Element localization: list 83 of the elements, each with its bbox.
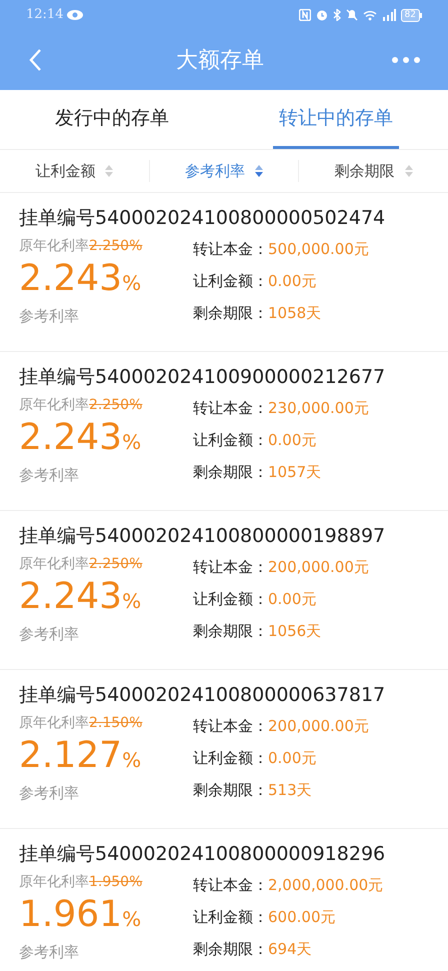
detail-value: 0.00元: [268, 748, 316, 769]
listing-card[interactable]: 挂单编号540002024100800000637817 原年化利率2.150% 2.127% 参考利率 转让本金：200,000.00元 让利金额：0.00元 剩余期限：513天: [0, 670, 448, 829]
status-time: 12:14: [26, 6, 64, 24]
reference-rate-label: 参考利率: [19, 942, 80, 963]
detail-value: 1058天: [268, 303, 322, 324]
detail-label: 剩余期限：: [193, 780, 268, 801]
detail-value: 2,000,000.00元: [268, 875, 384, 896]
detail-label: 转让本金：: [193, 239, 268, 260]
reference-rate: 2.127: [19, 734, 122, 778]
detail-label: 转让本金：: [193, 398, 268, 419]
wifi-icon: [362, 10, 377, 20]
detail-label: 剩余期限：: [193, 939, 268, 960]
original-rate: 2.250%: [89, 237, 142, 256]
detail-value: 500,000.00元: [268, 239, 369, 260]
original-rate-label: 原年化利率: [19, 714, 89, 733]
mute-icon: [346, 9, 358, 21]
listing-number: 挂单编号540002024100900000212677: [19, 365, 386, 390]
sort-icon: [105, 165, 114, 177]
detail-value: 200,000.00元: [268, 716, 369, 737]
detail-value: 0.00元: [268, 271, 316, 292]
alarm-icon: [316, 9, 328, 21]
signal-icon: [382, 9, 396, 21]
detail-value: 0.00元: [268, 589, 316, 610]
original-rate-label: 原年化利率: [19, 396, 89, 415]
original-rate: 2.150%: [89, 714, 142, 733]
detail-value: 513天: [268, 780, 312, 801]
detail-value: 230,000.00元: [268, 398, 369, 419]
listing-number: 挂单编号540002024100800000198897: [19, 524, 386, 549]
detail-label: 转让本金：: [193, 875, 268, 896]
reference-rate: 2.243: [19, 416, 122, 460]
detail-label: 剩余期限：: [193, 462, 268, 483]
sort-option[interactable]: 剩余期限: [334, 160, 413, 182]
detail-value: 1057天: [268, 462, 322, 483]
listing-number: 挂单编号540002024100800000637817: [19, 683, 386, 708]
sort-option[interactable]: 让利金额: [35, 160, 114, 182]
listing-number: 挂单编号540002024100800000502474: [19, 206, 386, 231]
original-rate-label: 原年化利率: [19, 555, 89, 574]
detail-value: 694天: [268, 939, 312, 960]
percent-sign: %: [122, 588, 142, 615]
listing-card[interactable]: 挂单编号540002024100800000198897 原年化利率2.250% 2.243% 参考利率 转让本金：200,000.00元 让利金额：0.00元 剩余期限：1056天: [0, 511, 448, 670]
battery-icon: 82: [400, 8, 422, 22]
reference-rate: 2.243: [19, 575, 122, 619]
reference-rate: 2.243: [19, 257, 122, 301]
original-rate: 2.250%: [89, 555, 142, 574]
original-rate: 1.950%: [89, 873, 142, 892]
detail-label: 剩余期限：: [193, 621, 268, 642]
detail-value: 0.00元: [268, 430, 316, 451]
sort-icon: [255, 165, 263, 177]
detail-value: 200,000.00元: [268, 557, 369, 578]
detail-label: 让利金额：: [193, 748, 268, 769]
reference-rate-label: 参考利率: [19, 624, 80, 645]
detail-label: 转让本金：: [193, 557, 268, 578]
reference-rate-label: 参考利率: [19, 306, 80, 327]
percent-sign: %: [122, 270, 142, 297]
original-rate: 2.250%: [89, 396, 142, 415]
detail-value: 600.00元: [268, 907, 336, 928]
percent-sign: %: [122, 906, 142, 933]
tab[interactable]: 发行中的存单: [49, 90, 175, 149]
detail-label: 剩余期限：: [193, 303, 268, 324]
detail-label: 让利金额：: [193, 907, 268, 928]
reference-rate-label: 参考利率: [19, 465, 80, 486]
listing-card[interactable]: 挂单编号540002024100800000918296 原年化利率1.950% 1.961% 参考利率 转让本金：2,000,000.00元 让利金额：600.00元 剩余期限：694天: [0, 829, 448, 971]
sort-icon: [404, 165, 413, 177]
page-title: 大额存单: [176, 46, 264, 74]
percent-sign: %: [122, 747, 142, 774]
original-rate-label: 原年化利率: [19, 873, 89, 892]
detail-label: 让利金额：: [193, 589, 268, 610]
detail-label: 让利金额：: [193, 430, 268, 451]
tab[interactable]: 转让中的存单: [273, 90, 399, 149]
listing-card[interactable]: 挂单编号540002024100800000502474 原年化利率2.250% 2.243% 参考利率 转让本金：500,000.00元 让利金额：0.00元 剩余期限：1058天: [0, 193, 448, 352]
percent-sign: %: [122, 429, 142, 456]
bluetooth-icon: [332, 9, 341, 21]
reference-rate-label: 参考利率: [19, 783, 80, 804]
reference-rate: 1.961: [19, 893, 122, 937]
listing-number: 挂单编号540002024100800000918296: [19, 842, 386, 867]
detail-label: 转让本金：: [193, 716, 268, 737]
detail-value: 1056天: [268, 621, 322, 642]
listing-card[interactable]: 挂单编号540002024100900000212677 原年化利率2.250% 2.243% 参考利率 转让本金：230,000.00元 让利金额：0.00元 剩余期限：1057天: [0, 352, 448, 511]
original-rate-label: 原年化利率: [19, 237, 89, 256]
detail-label: 让利金额：: [193, 271, 268, 292]
sort-option[interactable]: 参考利率: [185, 160, 263, 182]
eye-icon: [67, 10, 84, 20]
nfc-icon: [298, 9, 311, 21]
